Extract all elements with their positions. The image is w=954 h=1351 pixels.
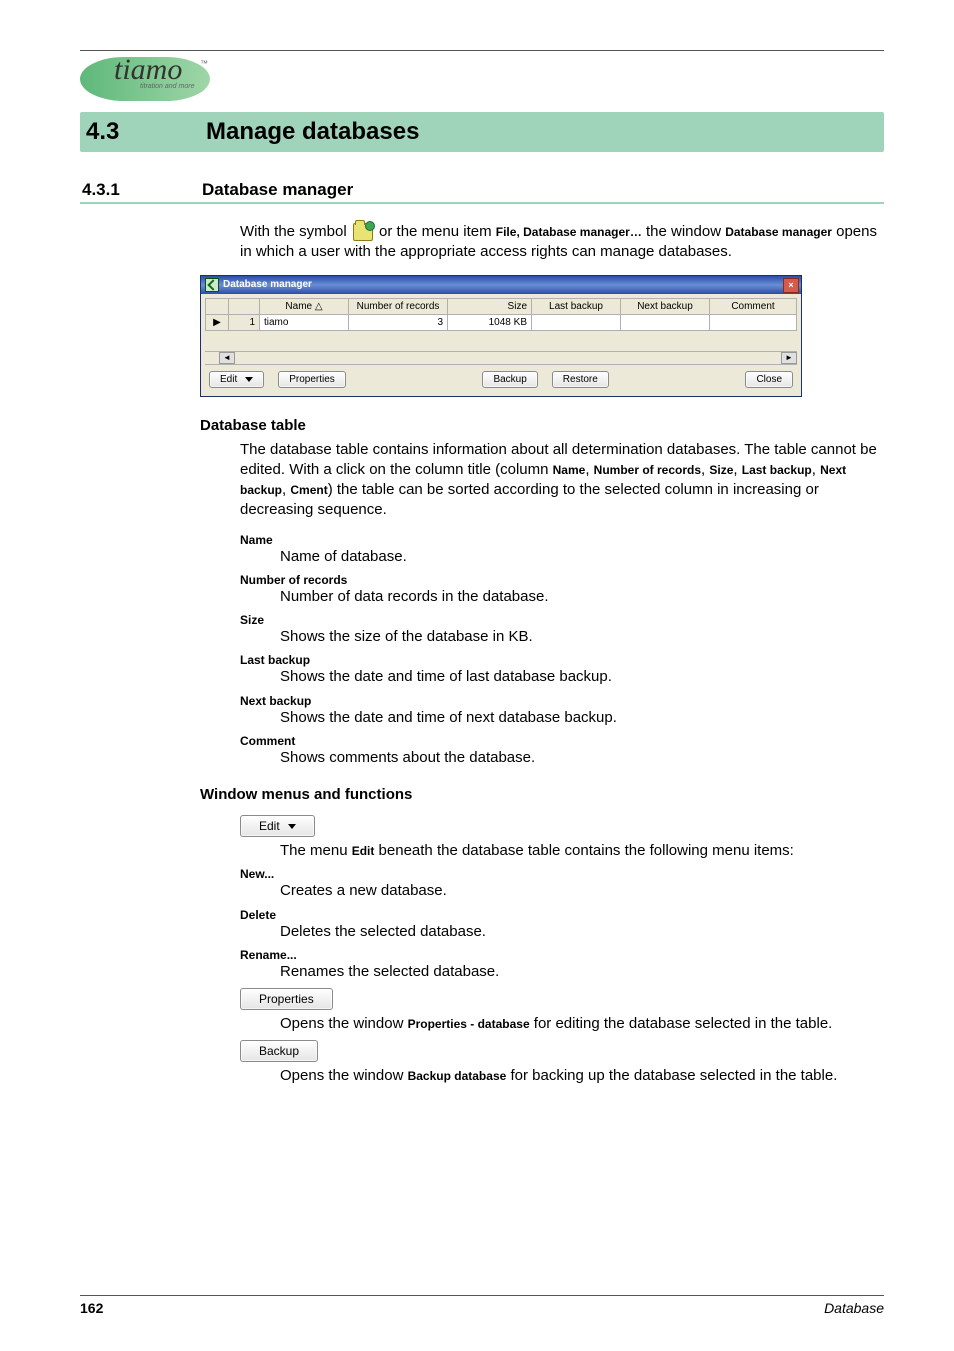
scroll-left-arrow[interactable]: ◄ <box>219 352 235 364</box>
section-title: Manage databases <box>206 118 419 146</box>
col-marker <box>206 298 229 314</box>
def-records-body: Number of data records in the database. <box>280 587 884 607</box>
edit-button-illustration: Edit <box>240 815 315 837</box>
window-titlebar: Database manager × <box>201 276 801 294</box>
def-name: Name <box>240 533 884 547</box>
cell-records: 3 <box>349 314 448 330</box>
window-close-button[interactable]: × <box>783 278 799 293</box>
db-manager-window: Database manager × Name △ Number of reco… <box>200 275 802 397</box>
dropdown-indicator-icon <box>288 824 296 829</box>
def-next: Next backup <box>240 694 884 708</box>
def-delete-body: Deletes the selected database. <box>280 922 884 942</box>
footer-section: Database <box>824 1300 884 1316</box>
def-last-body: Shows the date and time of last database… <box>280 667 884 687</box>
cell-comment <box>710 314 797 330</box>
def-last: Last backup <box>240 653 884 667</box>
backup-desc: Opens the window Backup database for bac… <box>280 1066 884 1086</box>
subsection-title: Database manager <box>202 180 353 200</box>
def-size: Size <box>240 613 884 627</box>
page-footer: 162 Database <box>80 1295 884 1316</box>
close-button[interactable]: Close <box>745 371 793 388</box>
logo-tagline: titration and more <box>140 83 194 90</box>
def-rename-body: Renames the selected database. <box>280 962 884 982</box>
logo-trademark: ™ <box>200 59 208 68</box>
window-icon <box>205 278 219 292</box>
def-comment: Comment <box>240 734 884 748</box>
row-selected-marker: ▶ <box>206 314 229 330</box>
edit-menu-desc: The menu Edit beneath the database table… <box>280 841 884 861</box>
database-table-desc: The database table contains information … <box>240 440 884 521</box>
col-last-backup[interactable]: Last backup <box>532 298 621 314</box>
database-table: Name △ Number of records Size Last backu… <box>205 298 797 331</box>
subsection-header: 4.3.1 Database manager <box>80 180 884 204</box>
col-rownum <box>229 298 260 314</box>
def-records: Number of records <box>240 573 884 587</box>
db-manager-icon <box>353 223 373 241</box>
backup-button[interactable]: Backup <box>482 371 537 388</box>
subsection-number: 4.3.1 <box>80 180 202 200</box>
cell-last <box>532 314 621 330</box>
def-name-body: Name of database. <box>280 547 884 567</box>
brand-logo: tiamo ™ titration and more <box>80 55 884 100</box>
intro-paragraph: With the symbol or the menu item File, D… <box>240 222 884 263</box>
def-comment-body: Shows comments about the database. <box>280 748 884 768</box>
scroll-right-arrow[interactable]: ► <box>781 352 797 364</box>
edit-menu-button[interactable]: Edit <box>209 371 264 388</box>
section-number: 4.3 <box>80 118 206 146</box>
page-number: 162 <box>80 1300 103 1316</box>
restore-button[interactable]: Restore <box>552 371 609 388</box>
cell-next <box>621 314 710 330</box>
col-comment[interactable]: Comment <box>710 298 797 314</box>
def-rename: Rename... <box>240 948 884 962</box>
database-table-heading: Database table <box>200 417 884 434</box>
def-size-body: Shows the size of the database in KB. <box>280 627 884 647</box>
logo-text: tiamo <box>114 53 182 87</box>
def-delete: Delete <box>240 908 884 922</box>
section-header: 4.3 Manage databases <box>80 112 884 152</box>
window-title: Database manager <box>223 279 312 290</box>
properties-button-illustration: Properties <box>240 988 333 1010</box>
table-row[interactable]: ▶ 1 tiamo 3 1048 KB <box>206 314 797 330</box>
dropdown-indicator-icon <box>245 377 253 382</box>
def-next-body: Shows the date and time of next database… <box>280 708 884 728</box>
backup-button-illustration: Backup <box>240 1040 318 1062</box>
row-index: 1 <box>229 314 260 330</box>
cell-size: 1048 KB <box>448 314 532 330</box>
properties-button[interactable]: Properties <box>278 371 346 388</box>
properties-desc: Opens the window Properties - database f… <box>280 1014 884 1034</box>
def-new: New... <box>240 867 884 881</box>
window-menus-heading: Window menus and functions <box>200 786 884 803</box>
horizontal-scrollbar[interactable]: ◄ ► <box>205 351 797 365</box>
cell-name: tiamo <box>260 314 349 330</box>
col-next-backup[interactable]: Next backup <box>621 298 710 314</box>
col-name[interactable]: Name △ <box>260 298 349 314</box>
def-new-body: Creates a new database. <box>280 881 884 901</box>
col-records[interactable]: Number of records <box>349 298 448 314</box>
col-size[interactable]: Size <box>448 298 532 314</box>
